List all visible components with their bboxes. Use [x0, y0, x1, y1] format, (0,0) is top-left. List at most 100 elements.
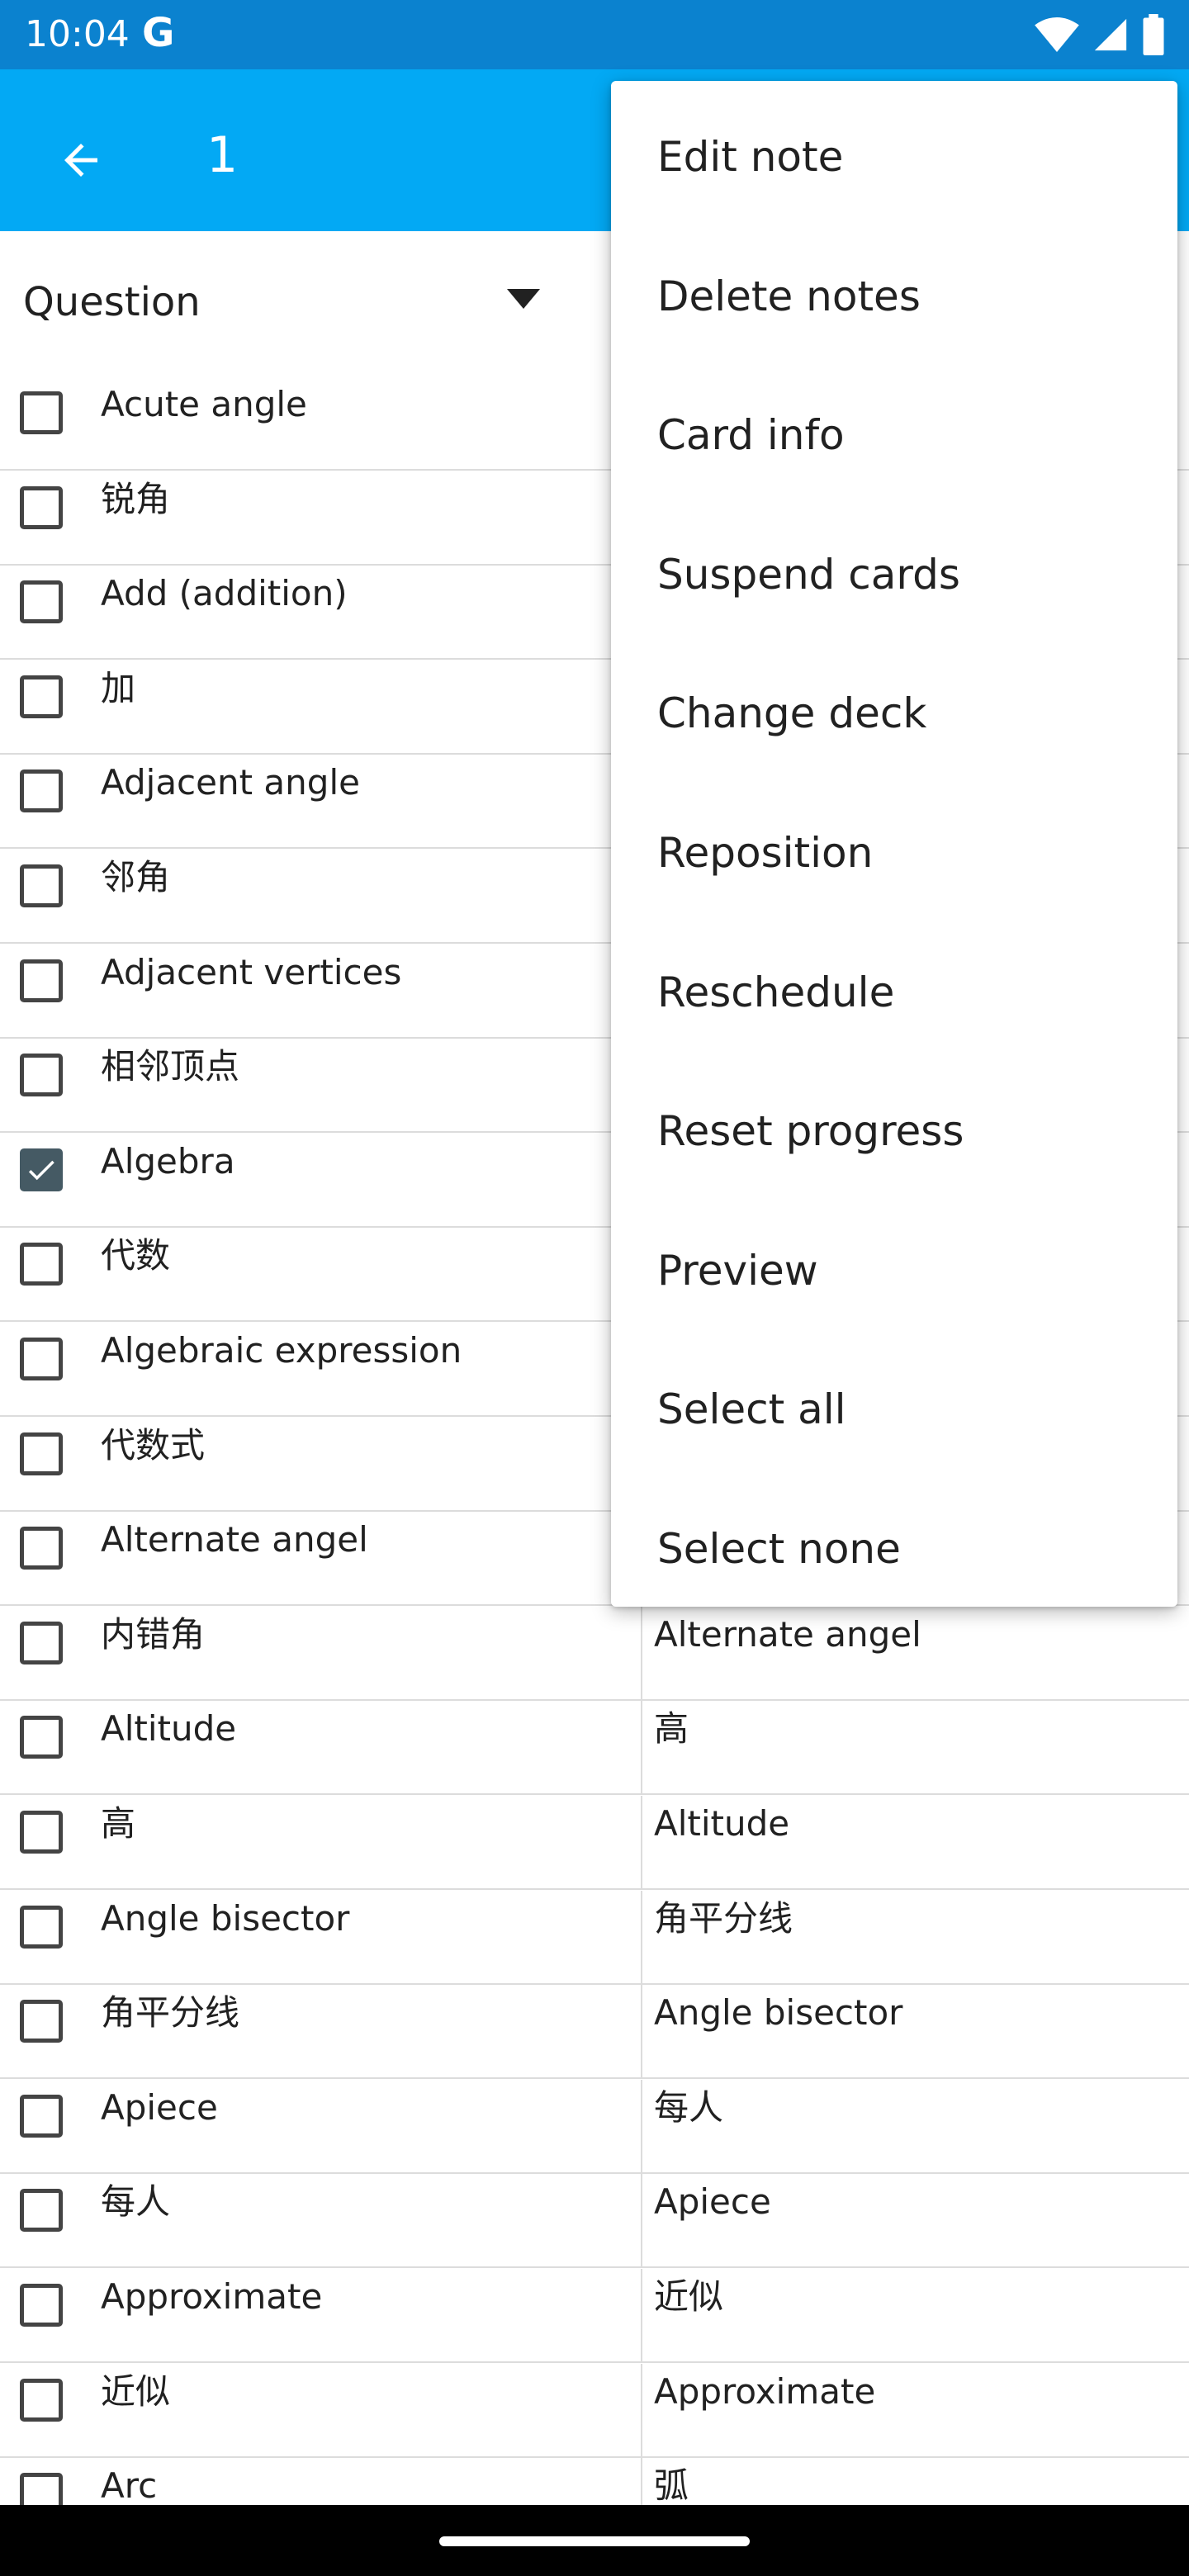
- row-checkbox[interactable]: [20, 1905, 63, 1949]
- menu-item-delete-notes[interactable]: Delete notes: [611, 227, 1177, 366]
- row-checkbox[interactable]: [20, 1243, 63, 1286]
- row-checkbox[interactable]: [20, 1716, 63, 1759]
- row-checkbox[interactable]: [20, 864, 63, 907]
- row-answer: Alternate angel: [654, 1613, 921, 1655]
- table-row[interactable]: Altitude 高: [0, 1701, 1189, 1796]
- column-divider: [641, 2269, 642, 2361]
- row-checkbox[interactable]: [20, 1148, 63, 1191]
- row-question: Acute angle: [101, 384, 307, 424]
- menu-item-reposition[interactable]: Reposition: [611, 784, 1177, 922]
- row-checkbox[interactable]: [20, 2000, 63, 2043]
- row-checkbox[interactable]: [20, 391, 63, 434]
- menu-item-change-deck[interactable]: Change deck: [611, 644, 1177, 783]
- menu-item-label: Suspend cards: [657, 550, 960, 599]
- table-row[interactable]: 近似 Approximate: [0, 2363, 1189, 2458]
- row-checkbox[interactable]: [20, 580, 63, 624]
- column-divider: [641, 1890, 642, 1983]
- table-row[interactable]: 角平分线 Angle bisector: [0, 1985, 1189, 2080]
- menu-item-select-all[interactable]: Select all: [611, 1340, 1177, 1479]
- row-question: 内错角: [101, 1613, 206, 1655]
- row-question: 代数: [101, 1235, 171, 1276]
- row-question: Arc: [101, 2465, 158, 2507]
- row-answer: 每人: [654, 2086, 724, 2128]
- row-checkbox[interactable]: [20, 769, 63, 813]
- navigation-bar: [0, 2505, 1189, 2576]
- row-question: Adjacent angle: [101, 762, 360, 803]
- table-row[interactable]: Approximate 近似: [0, 2269, 1189, 2363]
- row-checkbox[interactable]: [20, 485, 63, 529]
- column-divider: [641, 2079, 642, 2172]
- row-question: Algebra: [101, 1140, 235, 1181]
- column-divider: [641, 1985, 642, 2078]
- row-question: Altitude: [101, 1708, 237, 1750]
- column-divider: [641, 1606, 642, 1699]
- row-checkbox[interactable]: [20, 959, 63, 1002]
- status-bar: 10:04 G: [0, 0, 1189, 69]
- row-question: Add (addition): [101, 573, 348, 614]
- row-answer: 高: [654, 1708, 689, 1750]
- row-checkbox[interactable]: [20, 1811, 63, 1854]
- row-answer: 弧: [654, 2465, 689, 2507]
- row-checkbox[interactable]: [20, 2189, 63, 2233]
- row-checkbox[interactable]: [20, 2094, 63, 2138]
- row-answer: Apiece: [654, 2181, 771, 2223]
- row-checkbox[interactable]: [20, 2284, 63, 2327]
- row-question: Algebraic expression: [101, 1330, 462, 1371]
- table-row[interactable]: 高 Altitude: [0, 1796, 1189, 1890]
- menu-item-label: Edit note: [657, 133, 844, 181]
- status-icons: [1034, 12, 1166, 58]
- menu-item-label: Change deck: [657, 689, 927, 738]
- row-answer: 角平分线: [654, 1897, 793, 1939]
- row-checkbox[interactable]: [20, 1527, 63, 1570]
- row-question: 邻角: [101, 857, 171, 897]
- row-question: 代数式: [101, 1424, 206, 1466]
- row-question: Angle bisector: [101, 1897, 350, 1939]
- row-answer: Angle bisector: [654, 1992, 903, 2034]
- menu-item-label: Reposition: [657, 829, 874, 877]
- overflow-menu: Edit note Delete notes Card info Suspend ca…: [611, 81, 1177, 1607]
- column-divider: [641, 1796, 642, 1888]
- column-selector-left[interactable]: Question: [23, 279, 201, 325]
- row-checkbox[interactable]: [20, 1054, 63, 1097]
- table-row[interactable]: 每人 Apiece: [0, 2174, 1189, 2269]
- row-answer: 近似: [654, 2276, 724, 2317]
- column-divider: [641, 1701, 642, 1794]
- google-icon: G: [142, 10, 175, 56]
- row-checkbox[interactable]: [20, 1432, 63, 1475]
- menu-item-preview[interactable]: Preview: [611, 1201, 1177, 1340]
- menu-item-reschedule[interactable]: Reschedule: [611, 923, 1177, 1062]
- check-icon: [28, 1160, 54, 1181]
- row-question: Alternate angel: [101, 1519, 368, 1560]
- page-title: 1: [206, 126, 239, 184]
- row-checkbox[interactable]: [20, 1338, 63, 1380]
- menu-item-label: Card info: [657, 411, 845, 460]
- row-question: 每人: [101, 2181, 171, 2223]
- row-question: Apiece: [101, 2086, 218, 2128]
- menu-item-label: Select all: [657, 1385, 846, 1434]
- back-button[interactable]: [33, 112, 129, 208]
- menu-item-card-info[interactable]: Card info: [611, 366, 1177, 504]
- row-question: 高: [101, 1803, 136, 1844]
- menu-item-label: Select none: [657, 1525, 901, 1573]
- row-checkbox[interactable]: [20, 675, 63, 718]
- menu-item-label: Reset progress: [657, 1107, 964, 1156]
- signal-icon: [1094, 18, 1127, 51]
- row-question: 相邻顶点: [101, 1046, 240, 1087]
- row-answer: Altitude: [654, 1803, 790, 1844]
- home-gesture-bar[interactable]: [439, 2536, 750, 2546]
- table-row[interactable]: 内错角 Alternate angel: [0, 1606, 1189, 1701]
- row-checkbox[interactable]: [20, 2378, 63, 2422]
- dropdown-arrow-icon[interactable]: [507, 289, 540, 309]
- menu-item-reset-progress[interactable]: Reset progress: [611, 1062, 1177, 1200]
- table-row[interactable]: Apiece 每人: [0, 2079, 1189, 2174]
- menu-item-edit-note[interactable]: Edit note: [611, 88, 1177, 226]
- table-row[interactable]: Angle bisector 角平分线: [0, 1890, 1189, 1985]
- row-answer: Approximate: [654, 2370, 876, 2412]
- menu-item-label: Reschedule: [657, 968, 895, 1016]
- menu-item-label: Preview: [657, 1246, 818, 1295]
- row-checkbox[interactable]: [20, 1621, 63, 1664]
- menu-item-select-none[interactable]: Select none: [611, 1480, 1177, 1618]
- battery-icon: [1143, 14, 1164, 55]
- arrow-back-icon: [64, 144, 97, 177]
- menu-item-suspend-cards[interactable]: Suspend cards: [611, 505, 1177, 644]
